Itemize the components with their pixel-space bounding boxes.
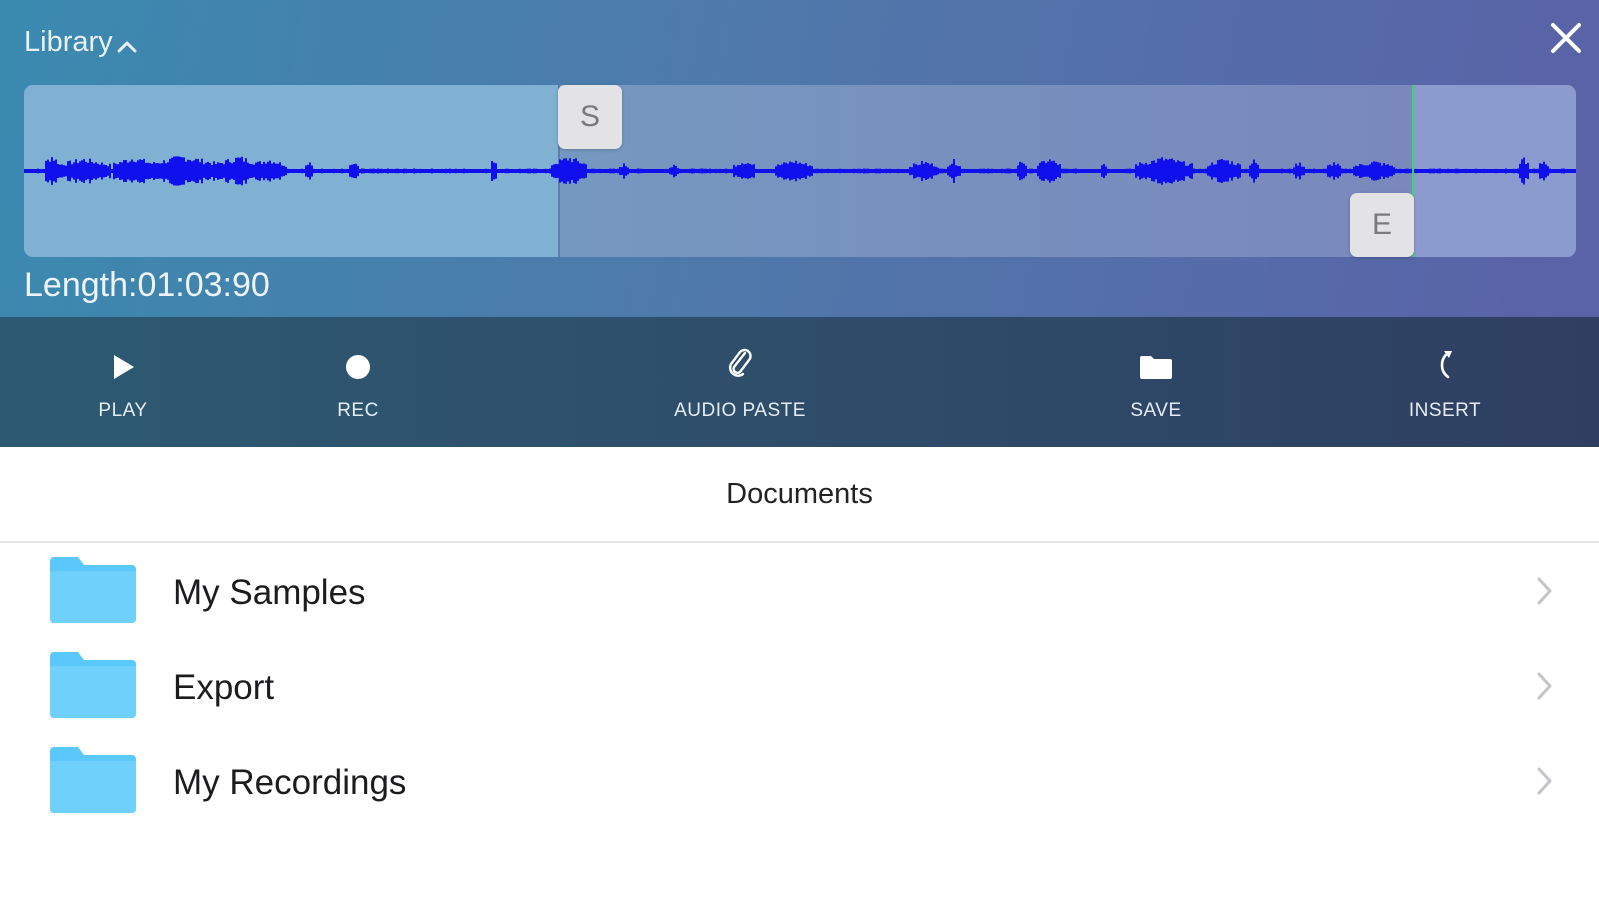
audio-paste-label: AUDIO PASTE <box>674 400 806 421</box>
play-label: PLAY <box>98 400 148 421</box>
documents-title: Documents <box>0 447 1599 543</box>
waveform-header: Library S E Length:01:03:90 <box>0 0 1599 317</box>
insert-button[interactable]: INSERT <box>1365 317 1525 447</box>
folder-row-my-recordings[interactable]: My Recordings <box>0 735 1599 830</box>
record-button[interactable]: REC <box>278 317 438 447</box>
folder-row-export[interactable]: Export <box>0 640 1599 735</box>
library-toggle-button[interactable]: Library <box>24 26 138 59</box>
chevron-right-icon <box>1537 672 1552 700</box>
folder-name: My Samples <box>173 573 366 612</box>
insert-arrow-icon <box>1440 351 1452 379</box>
save-label: SAVE <box>1130 400 1182 421</box>
close-icon[interactable] <box>1548 20 1584 56</box>
folder-icon <box>50 557 136 623</box>
paperclip-icon <box>728 348 752 377</box>
start-handle[interactable]: S <box>558 85 622 149</box>
waveform-graph <box>24 156 1576 186</box>
chevron-right-icon <box>1537 577 1552 605</box>
library-label: Library <box>24 26 113 58</box>
chevron-right-icon <box>1537 767 1552 795</box>
folder-icon <box>1140 356 1172 379</box>
chevron-up-icon <box>117 41 137 52</box>
audio-paste-button[interactable]: AUDIO PASTE <box>660 317 820 447</box>
folder-name: Export <box>173 668 275 707</box>
play-icon <box>114 355 134 379</box>
folder-icon <box>50 652 136 718</box>
audio-editor-app: Library S E Length:01:03:90 PLAY REC AUD… <box>0 0 1599 900</box>
save-button[interactable]: SAVE <box>1076 317 1236 447</box>
end-handle[interactable]: E <box>1350 193 1414 257</box>
waveform-view[interactable] <box>24 85 1576 257</box>
rec-label: REC <box>337 400 379 421</box>
action-toolbar: PLAY REC AUDIO PASTE SAVE INSERT <box>0 317 1599 447</box>
folder-icon <box>50 747 136 813</box>
folder-name: My Recordings <box>173 763 407 802</box>
play-button[interactable]: PLAY <box>43 317 203 447</box>
length-readout: Length:01:03:90 <box>24 266 270 304</box>
record-icon <box>346 355 370 379</box>
insert-label: INSERT <box>1408 400 1482 421</box>
folder-row-my-samples[interactable]: My Samples <box>0 545 1599 640</box>
